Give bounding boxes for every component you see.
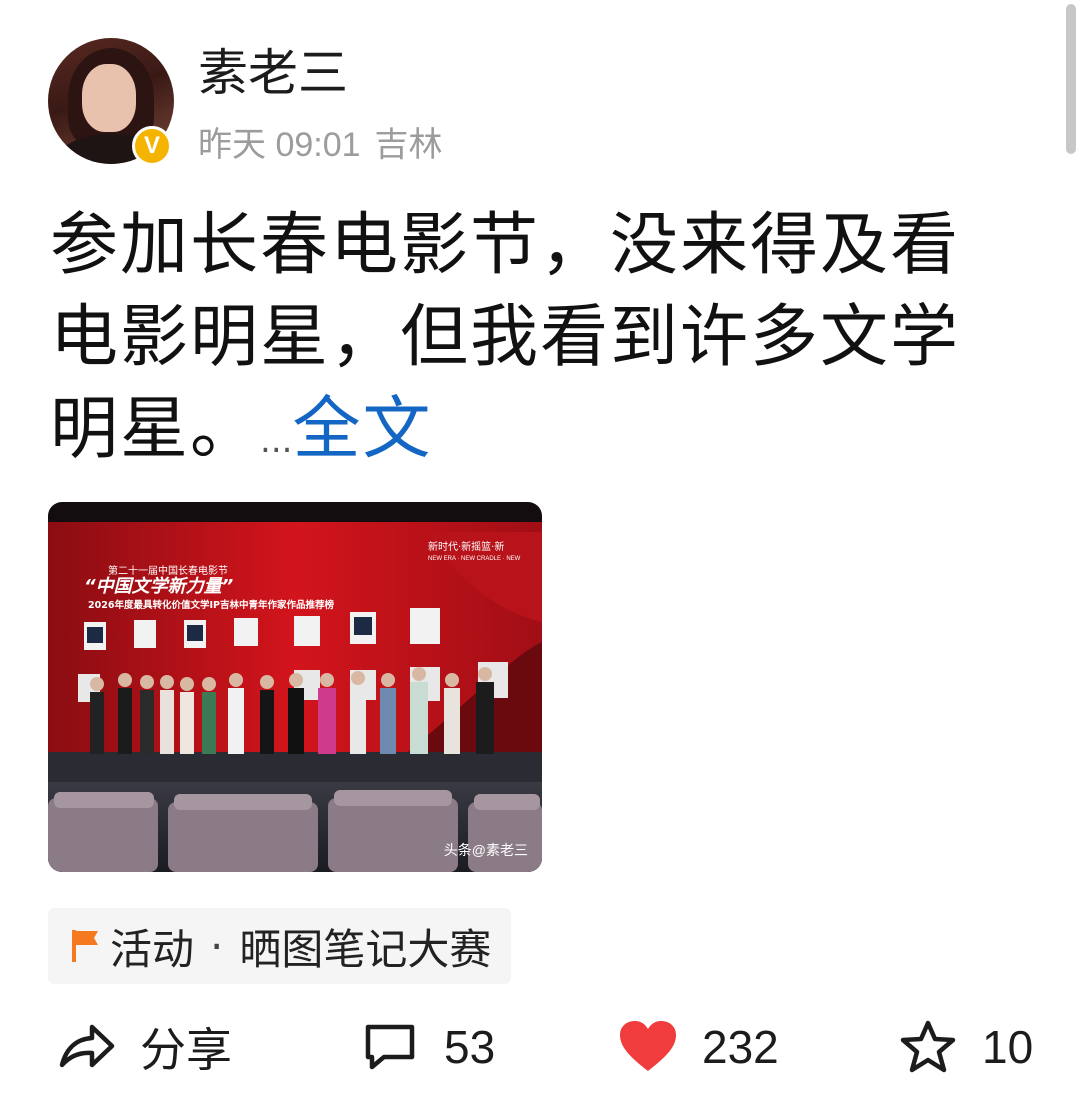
author-name[interactable]: 素老三	[198, 40, 348, 106]
post-photo[interactable]: 第二十一届中国长春电影节 “中国文学新力量” 2026年度最具转化价值文学IP吉…	[48, 502, 542, 872]
comment-icon	[365, 1024, 415, 1070]
banner-right-en-text: NEW ERA · NEW CRADLE · NEW	[428, 556, 521, 562]
share-icon	[59, 1024, 115, 1068]
post-body: 参加长春电影节，没来得及看电影明星，但我看到许多文学明星。	[50, 206, 961, 469]
expand-full-text-link[interactable]: 全文	[292, 390, 432, 469]
banner-subtitle-text: 2026年度最具转化价值文学IP吉林中青年作家作品推荐榜	[88, 599, 334, 611]
banner-title-text: “中国文学新力量”	[84, 576, 234, 597]
like-count: 232	[702, 1021, 779, 1073]
activity-prefix: 活动	[110, 924, 195, 974]
activity-separator: ·	[210, 921, 224, 971]
star-icon	[900, 1020, 956, 1073]
like-button[interactable]: 232	[618, 1010, 779, 1084]
favorite-count: 10	[982, 1021, 1034, 1073]
comment-button[interactable]: 53	[360, 1010, 495, 1084]
banner-right-text: 新时代·新摇篮·新	[428, 540, 504, 553]
post-time: 昨天 09:01	[198, 126, 361, 164]
ellipsis: ...	[260, 421, 293, 461]
share-button[interactable]: 分享	[56, 1010, 232, 1084]
share-label: 分享	[140, 1023, 232, 1077]
comment-count: 53	[444, 1021, 496, 1073]
post-meta: 昨天 09:01 吉林	[198, 122, 457, 168]
post-text[interactable]: 参加长春电影节，没来得及看电影明星，但我看到许多文学明星。...全文	[50, 200, 1010, 487]
post-page: V 素老三 昨天 09:01 吉林 参加长春电影节，没来得及看电影明星，但我看到许…	[0, 0, 1084, 1102]
flag-icon	[72, 930, 98, 962]
heart-icon	[620, 1021, 676, 1071]
photo-watermark: 头条@素老三	[443, 842, 528, 858]
post-location: 吉林	[374, 126, 443, 164]
activity-tag[interactable]: 活动 · 晒图笔记大赛	[48, 908, 512, 984]
verified-badge-icon: V	[132, 126, 172, 166]
scrollbar[interactable]	[1066, 4, 1076, 154]
activity-name: 晒图笔记大赛	[239, 924, 492, 974]
favorite-button[interactable]: 10	[898, 1010, 1033, 1084]
event-photo-illustration: 第二十一届中国长春电影节 “中国文学新力量” 2026年度最具转化价值文学IP吉…	[48, 502, 542, 872]
